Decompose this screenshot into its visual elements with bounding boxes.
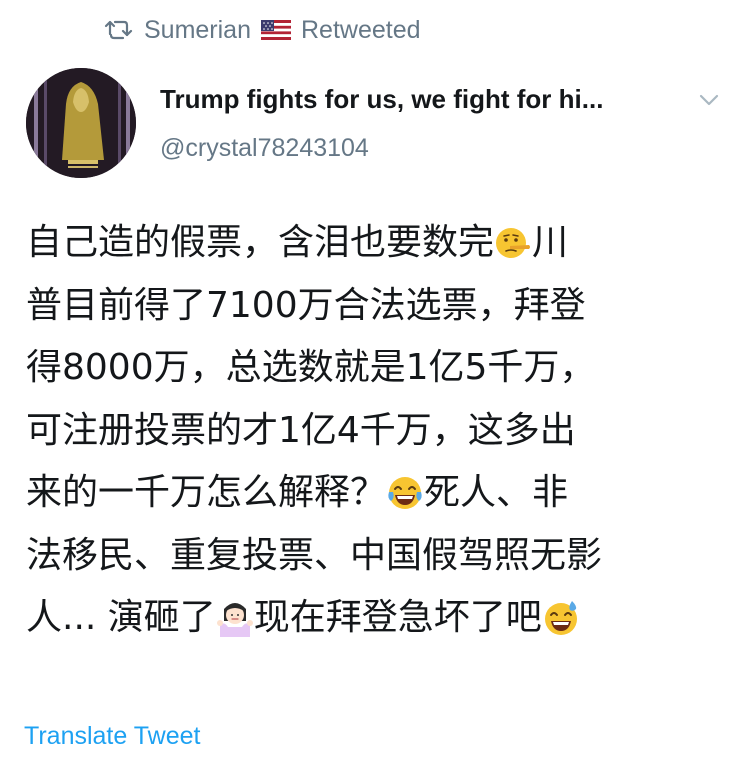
tweet-text-segment: 川 xyxy=(532,222,569,263)
chevron-down-icon[interactable] xyxy=(698,92,720,108)
retweeter-name[interactable]: Sumerian xyxy=(144,16,251,45)
translate-tweet-link[interactable]: Translate Tweet xyxy=(24,722,200,751)
tweet-text-segment: 现在拜登急坏了吧 xyxy=(253,597,542,638)
tweet-line: 法移民、重复投票、中国假驾照无影 xyxy=(26,534,603,576)
tweet-text: 自己造的假票，含泪也要数完 川 普目前得了7100万合法选票，拜登 得8000万… xyxy=(26,212,732,650)
retweet-context: Sumerian Retweeted xyxy=(104,12,421,48)
tweet-text-segment: 自己造的假票，含泪也要数完 xyxy=(26,222,495,263)
retweeted-label: Retweeted xyxy=(301,15,421,44)
tweet-line: 人... 演砸了 现在拜登急坏了吧 xyxy=(26,587,732,650)
tweet-text-segment: 来的一千万怎么解释？ xyxy=(26,472,387,513)
tears-of-joy-emoji xyxy=(388,477,422,509)
tweet-line: 自己造的假票，含泪也要数完 川 xyxy=(26,212,732,275)
tweet-line: 可注册投票的才1亿4千万，这多出 xyxy=(26,409,576,451)
tweet-line: 得8000万，总选数就是1亿5千万， xyxy=(26,347,596,388)
tweet-line: 来的一千万怎么解释？ 死人、非 xyxy=(26,462,732,525)
us-flag-icon xyxy=(261,20,291,40)
person-shrugging-emoji xyxy=(216,603,253,637)
avatar-image xyxy=(26,68,136,178)
grinning-sweat-emoji xyxy=(544,601,577,635)
tweet-text-segment: 人... 演砸了 xyxy=(26,597,216,638)
lying-face-emoji xyxy=(496,228,531,258)
tweet-text-segment: 死人、非 xyxy=(424,472,569,513)
author-display-name[interactable]: Trump fights for us, we fight for hi... xyxy=(160,84,603,115)
author-handle[interactable]: @crystal78243104 xyxy=(160,134,369,163)
avatar[interactable] xyxy=(26,68,136,178)
retweet-icon xyxy=(104,20,133,40)
tweet-line: 普目前得了7100万合法选票，拜登 xyxy=(26,284,586,326)
